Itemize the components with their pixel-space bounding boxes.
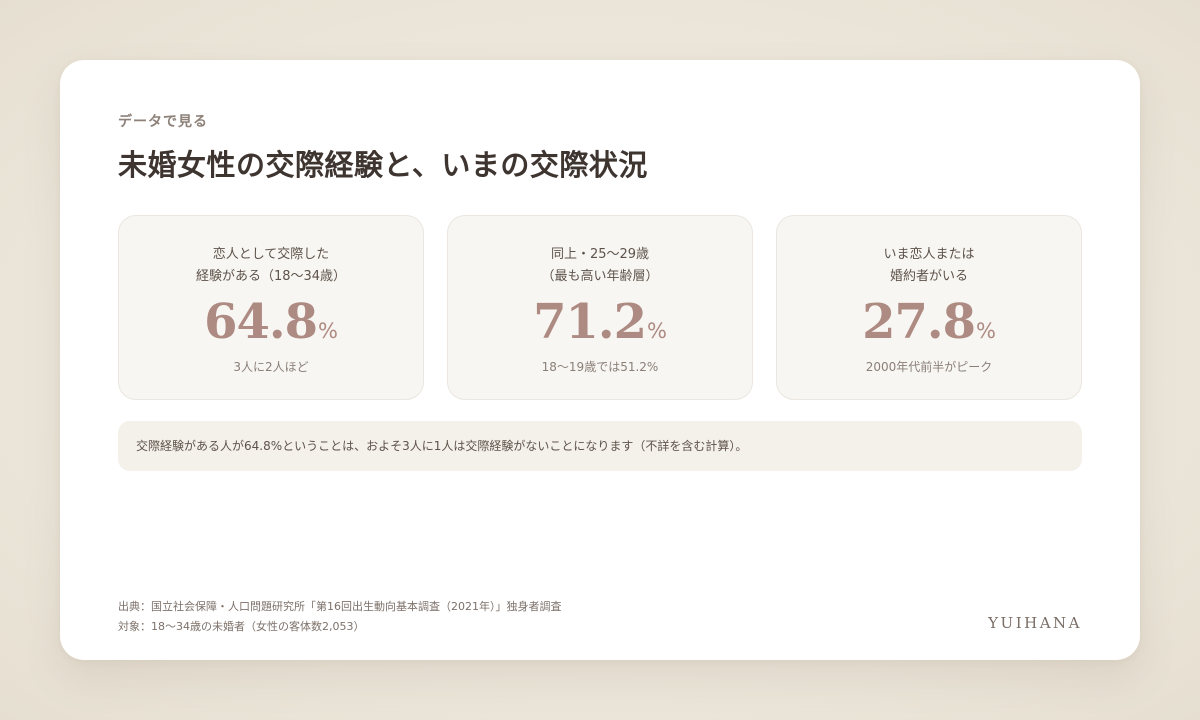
page-title: 未婚女性の交際経験と、いまの交際状況 [118,148,648,182]
stat-value-row: 71.2% [448,294,752,356]
stat-card-age-25-29: 同上・25〜29歳 （最も高い年齢層） 71.2% 18〜19歳では51.2% [447,215,753,400]
stat-card-dating-experience: 恋人として交際した 経験がある（18〜34歳） 64.8% 3人に2人ほど [118,215,424,400]
stat-label: いま恋人または 婚約者がいる [883,247,975,284]
source-citation: 出典：国立社会保障・人口問題研究所「第16回出生動向基本調査（2021年）」独身… [118,597,562,637]
stat-value-row: 27.8% [777,294,1081,356]
stat-note: 3人に2人ほど [233,360,309,374]
infographic-card: データで見る 未婚女性の交際経験と、いまの交際状況 恋人として交際した 経験があ… [60,60,1140,660]
stat-unit: % [317,319,338,343]
stat-value: 27.8 [862,294,976,350]
stat-value: 71.2 [533,294,647,350]
explanation-note: 交際経験がある人が64.8%ということは、およそ3人に1人は交際経験がないことに… [118,421,1082,471]
source-line: 出典：国立社会保障・人口問題研究所「第16回出生動向基本調査（2021年）」独身… [118,600,562,613]
stat-card-current-partner: いま恋人または 婚約者がいる 27.8% 2000年代前半がピーク [776,215,1082,400]
stat-unit: % [975,319,996,343]
stat-unit: % [646,319,667,343]
target-line: 対象：18〜34歳の未婚者（女性の客体数2,053） [118,620,365,633]
brand-logo: YUIHANA [988,614,1082,632]
stat-label: 恋人として交際した 経験がある（18〜34歳） [195,247,347,284]
stat-note: 2000年代前半がピーク [865,360,993,374]
stat-value-row: 64.8% [119,294,423,356]
stat-value: 64.8 [204,294,318,350]
stat-note: 18〜19歳では51.2% [541,360,659,374]
eyebrow-label: データで見る [118,114,208,130]
stat-label: 同上・25〜29歳 （最も高い年齢層） [541,247,659,284]
